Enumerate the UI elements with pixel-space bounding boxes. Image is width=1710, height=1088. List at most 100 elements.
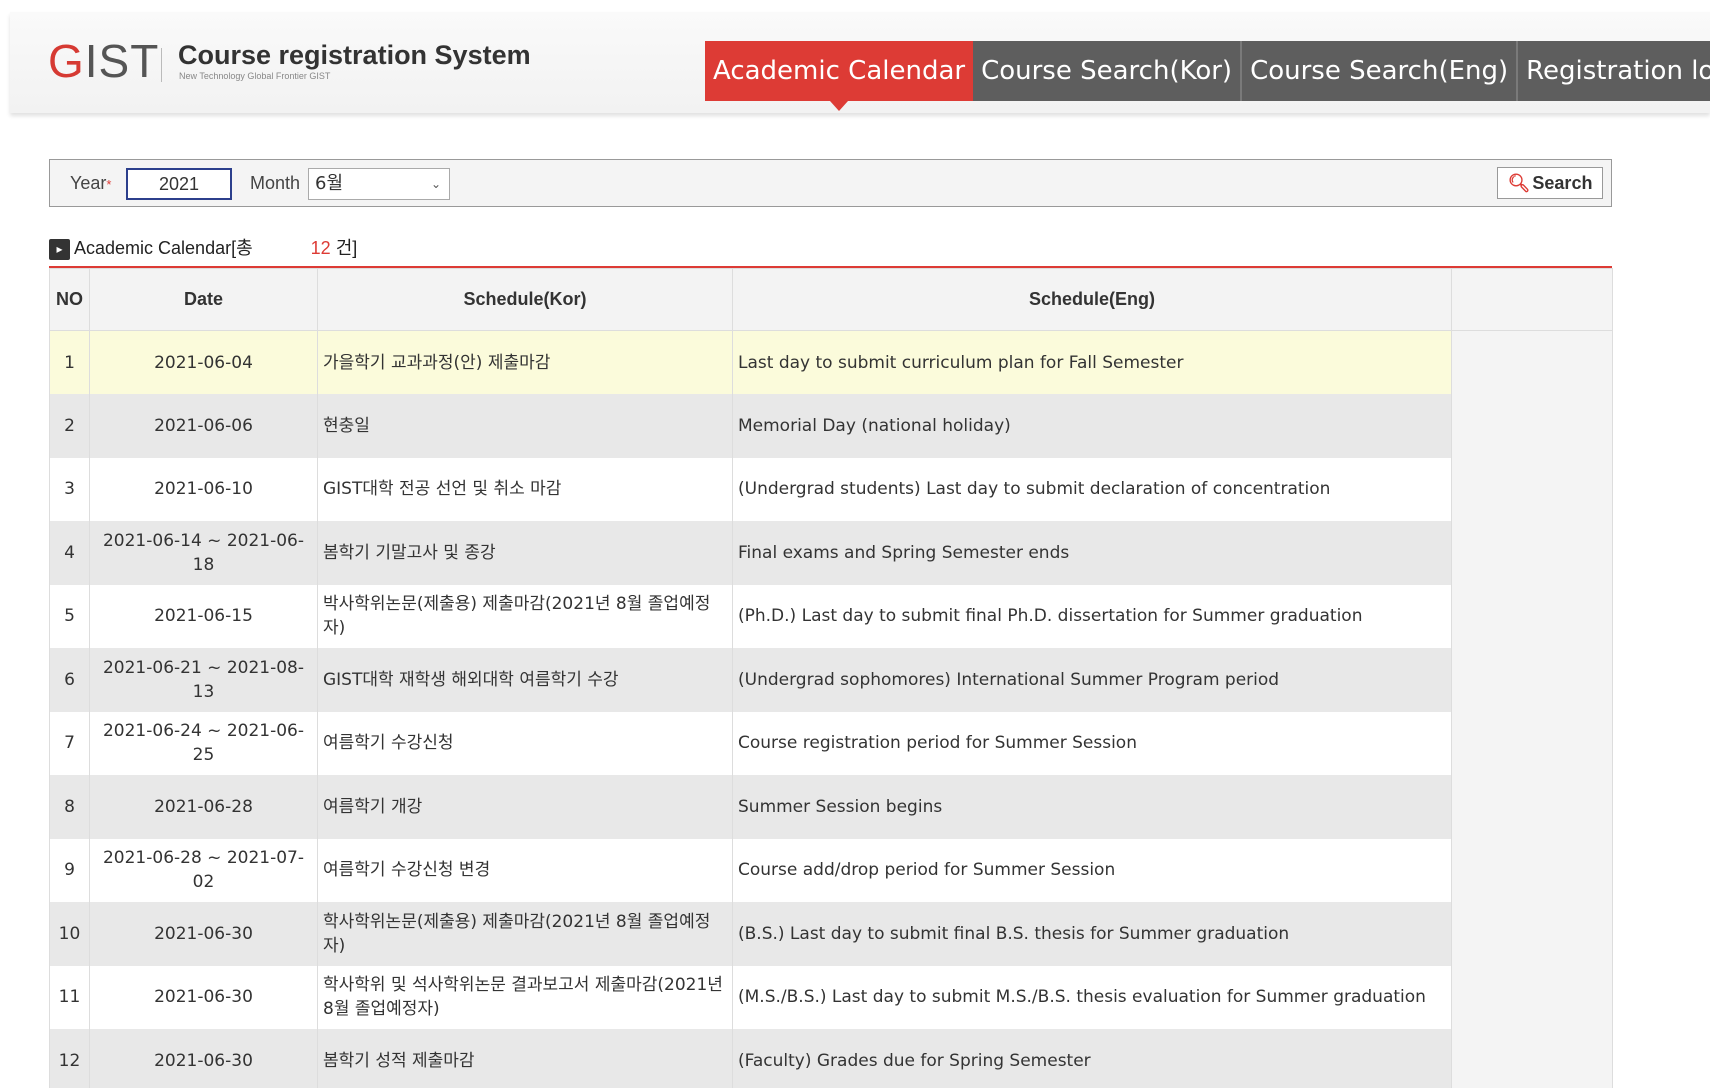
nav-course-search-kor[interactable]: Course Search(Kor): [973, 41, 1243, 101]
nav-registration-login[interactable]: Registration log-in: [1518, 41, 1710, 101]
cell-no: 2: [49, 394, 90, 458]
cell-date: 2021-06-14 ~ 2021-06-18: [89, 521, 318, 585]
scrollbar-track[interactable]: [1451, 521, 1613, 585]
cell-schedule-eng: (B.S.) Last day to submit final B.S. the…: [732, 902, 1452, 966]
cell-no: 4: [49, 521, 90, 585]
search-bar: Year* Month 6월 ⌄ 🔍︎Search: [49, 159, 1612, 207]
scrollbar-track[interactable]: [1451, 394, 1613, 458]
cell-schedule-kor: GIST대학 재학생 해외대학 여름학기 수강: [317, 648, 733, 712]
logo-text: IST: [84, 35, 160, 87]
cell-schedule-eng: (Undergrad students) Last day to submit …: [732, 457, 1452, 521]
cell-schedule-eng: Final exams and Spring Semester ends: [732, 521, 1452, 585]
cell-schedule-eng: Summer Session begins: [732, 775, 1452, 839]
gist-logo[interactable]: GIST: [48, 38, 159, 84]
arrow-bullet-icon: ▸: [49, 238, 70, 260]
table-row[interactable]: 7 2021-06-24 ~ 2021-06-25 여름학기 수강신청 Course …: [49, 711, 1613, 775]
nav-academic-calendar[interactable]: Academic Calendar: [705, 41, 974, 111]
section-title: ▸ Academic Calendar[총 12 건]: [49, 234, 357, 260]
scrollbar-track[interactable]: [1451, 584, 1613, 648]
site-header: GIST Course registration System New Tech…: [10, 12, 1710, 113]
col-header-no[interactable]: NO: [49, 268, 90, 331]
scrollbar-track[interactable]: [1451, 838, 1613, 902]
cell-schedule-kor: 학사학위논문(제출용) 제출마감(2021년 8월 졸업예정자): [317, 902, 733, 966]
month-label: Month: [250, 173, 301, 193]
cell-no: 5: [49, 584, 90, 648]
scrollbar-track[interactable]: [1451, 711, 1613, 775]
cell-date: 2021-06-15: [89, 584, 318, 648]
table-row[interactable]: 1 2021-06-04 가을학기 교과과정(안) 제출마감 Last day to …: [49, 330, 1613, 394]
cell-no: 12: [49, 1029, 90, 1088]
cell-schedule-eng: Course registration period for Summer Se…: [732, 711, 1452, 775]
table-row[interactable]: 12 2021-06-30 봄학기 성적 제출마감 (Faculty) Grades …: [49, 1029, 1613, 1088]
nav-course-search-eng[interactable]: Course Search(Eng): [1242, 41, 1519, 101]
search-button-label: Search: [1532, 173, 1593, 193]
cell-date: 2021-06-30: [89, 965, 318, 1029]
year-input[interactable]: [126, 168, 232, 200]
scrollbar-track[interactable]: [1451, 330, 1613, 394]
cell-schedule-eng: Course add/drop period for Summer Sessio…: [732, 838, 1452, 902]
search-icon: 🔍︎: [1507, 173, 1531, 193]
calendar-table: NO Date Schedule(Kor) Schedule(Eng) 1 202…: [49, 268, 1613, 1088]
col-header-date[interactable]: Date: [89, 268, 318, 331]
table-row[interactable]: 5 2021-06-15 박사학위논문(제출용) 제출마감(2021년 8월 졸업예…: [49, 584, 1613, 648]
cell-schedule-eng: (Undergrad sophomores) International Sum…: [732, 648, 1452, 712]
table-row[interactable]: 3 2021-06-10 GIST대학 전공 선언 및 취소 마감 (Undergra…: [49, 457, 1613, 521]
cell-schedule-kor: 여름학기 수강신청: [317, 711, 733, 775]
table-row[interactable]: 11 2021-06-30 학사학위 및 석사학위논문 결과보고서 제출마감(202…: [49, 965, 1613, 1029]
scrollbar-track[interactable]: [1451, 965, 1613, 1029]
table-body: 1 2021-06-04 가을학기 교과과정(안) 제출마감 Last day to …: [49, 330, 1613, 1088]
cell-date: 2021-06-21 ~ 2021-08-13: [89, 648, 318, 712]
cell-schedule-kor: GIST대학 전공 선언 및 취소 마감: [317, 457, 733, 521]
cell-date: 2021-06-06: [89, 394, 318, 458]
cell-date: 2021-06-28: [89, 775, 318, 839]
scrollbar-track[interactable]: [1451, 902, 1613, 966]
cell-schedule-kor: 학사학위 및 석사학위논문 결과보고서 제출마감(2021년 8월 졸업예정자): [317, 965, 733, 1029]
required-mark: *: [106, 177, 112, 192]
cell-no: 10: [49, 902, 90, 966]
table-row[interactable]: 6 2021-06-21 ~ 2021-08-13 GIST대학 재학생 해외대학 …: [49, 648, 1613, 712]
cell-date: 2021-06-04: [89, 330, 318, 394]
cell-no: 9: [49, 838, 90, 902]
table-header-row: NO Date Schedule(Kor) Schedule(Eng): [49, 268, 1613, 331]
table-row[interactable]: 10 2021-06-30 학사학위논문(제출용) 제출마감(2021년 8월 졸업…: [49, 902, 1613, 966]
table-row[interactable]: 4 2021-06-14 ~ 2021-06-18 봄학기 기말고사 및 종강 Fin…: [49, 521, 1613, 585]
cell-schedule-kor: 현충일: [317, 394, 733, 458]
table-row[interactable]: 9 2021-06-28 ~ 2021-07-02 여름학기 수강신청 변경 Cour…: [49, 838, 1613, 902]
cell-schedule-kor: 가을학기 교과과정(안) 제출마감: [317, 330, 733, 394]
chevron-down-icon: ⌄: [430, 177, 441, 191]
cell-schedule-kor: 박사학위논문(제출용) 제출마감(2021년 8월 졸업예정자): [317, 584, 733, 648]
scrollbar-track[interactable]: [1451, 648, 1613, 712]
cell-schedule-kor: 여름학기 수강신청 변경: [317, 838, 733, 902]
month-selected-value: 6월: [315, 173, 344, 194]
col-header-schedule-kor[interactable]: Schedule(Kor): [317, 268, 733, 331]
table-row[interactable]: 2 2021-06-06 현충일 Memorial Day (national hol…: [49, 394, 1613, 458]
scrollbar-track[interactable]: [1451, 1029, 1613, 1088]
scrollbar-header: [1451, 268, 1613, 331]
cell-no: 7: [49, 711, 90, 775]
cell-no: 6: [49, 648, 90, 712]
scrollbar-track[interactable]: [1451, 457, 1613, 521]
system-title: Course registration System: [178, 40, 531, 70]
cell-no: 8: [49, 775, 90, 839]
cell-schedule-eng: Memorial Day (national holiday): [732, 394, 1452, 458]
cell-no: 1: [49, 330, 90, 394]
month-select[interactable]: 6월 ⌄: [308, 168, 450, 200]
cell-schedule-eng: (M.S./B.S.) Last day to submit M.S./B.S.…: [732, 965, 1452, 1029]
cell-date: 2021-06-10: [89, 457, 318, 521]
year-label: Year*: [70, 173, 112, 193]
cell-no: 11: [49, 965, 90, 1029]
scrollbar-track[interactable]: [1451, 775, 1613, 839]
cell-no: 3: [49, 457, 90, 521]
cell-schedule-eng: (Faculty) Grades due for Spring Semester: [732, 1029, 1452, 1088]
result-count: 12: [310, 238, 331, 258]
system-subtitle: New Technology Global Frontier GIST: [179, 71, 331, 81]
col-header-schedule-eng[interactable]: Schedule(Eng): [732, 268, 1452, 331]
cell-date: 2021-06-24 ~ 2021-06-25: [89, 711, 318, 775]
cell-date: 2021-06-30: [89, 902, 318, 966]
cell-date: 2021-06-28 ~ 2021-07-02: [89, 838, 318, 902]
cell-schedule-kor: 봄학기 기말고사 및 종강: [317, 521, 733, 585]
table-row[interactable]: 8 2021-06-28 여름학기 개강 Summer Session begins: [49, 775, 1613, 839]
cell-schedule-eng: Last day to submit curriculum plan for F…: [732, 330, 1452, 394]
search-button[interactable]: 🔍︎ Search: [1497, 167, 1603, 199]
cell-date: 2021-06-30: [89, 1029, 318, 1088]
